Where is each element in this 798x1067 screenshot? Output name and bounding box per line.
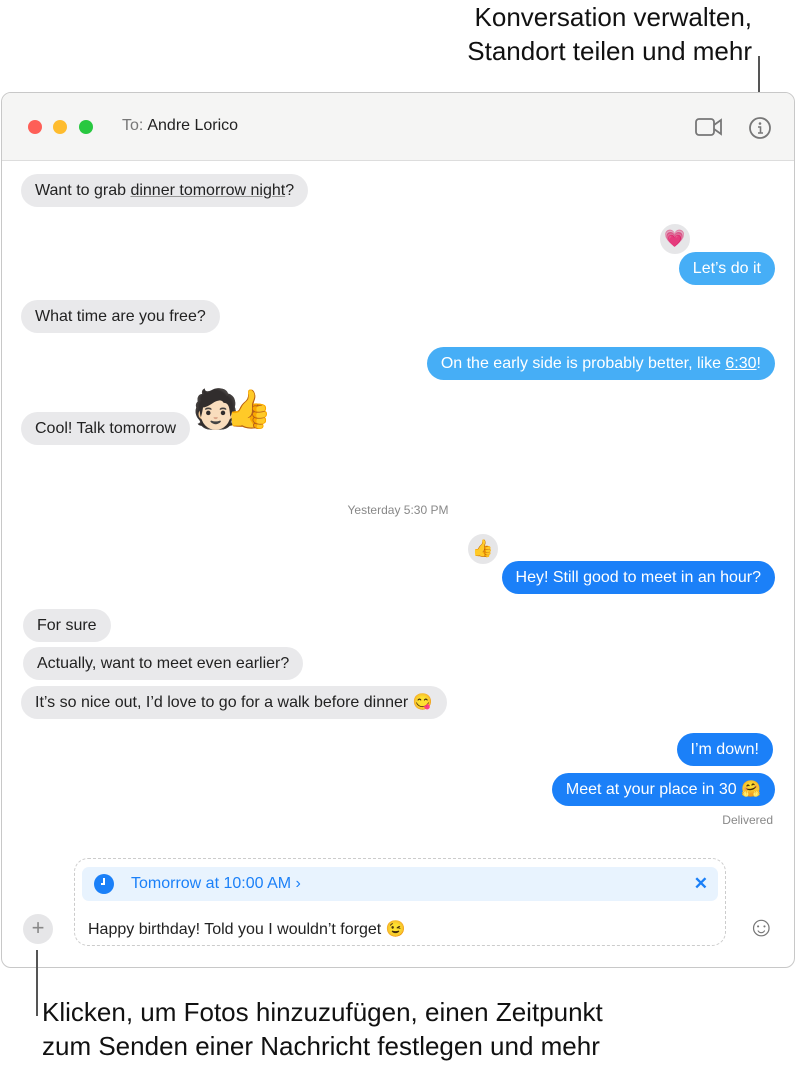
emoji-button[interactable]: ☺ xyxy=(747,911,776,943)
annotation-top: Konversation verwalten, Standort teilen … xyxy=(467,0,752,68)
message-bubble[interactable]: Meet at your place in 30 🤗 xyxy=(551,773,775,806)
annotation-line: zum Senden einer Nachricht festlegen und… xyxy=(42,1031,600,1061)
message-bubble[interactable]: Actually, want to meet even earlier? xyxy=(23,647,304,680)
message-text: ! xyxy=(756,355,761,372)
message-bubble[interactable]: On the early side is probably better, li… xyxy=(426,347,775,380)
message-bubble[interactable]: Want to grab dinner tomorrow night? xyxy=(21,174,309,207)
remove-schedule-button[interactable]: ✕ xyxy=(694,874,708,894)
messages-window: To: Andre Lorico Want to grab dinner tomo… xyxy=(1,92,795,968)
to-field[interactable]: To: Andre Lorico xyxy=(122,117,238,135)
tapback-heart: 💗 xyxy=(658,222,692,256)
video-camera-icon[interactable] xyxy=(695,117,723,137)
title-bar: To: Andre Lorico xyxy=(2,93,794,161)
clock-icon xyxy=(94,874,114,894)
minimize-button[interactable] xyxy=(53,120,67,134)
close-button[interactable] xyxy=(28,120,42,134)
message-bubble[interactable]: I’m down! xyxy=(676,733,773,766)
callout-line xyxy=(36,950,38,1016)
info-icon[interactable] xyxy=(748,116,772,140)
timestamp: Yesterday 5:30 PM xyxy=(347,503,449,517)
scheduled-send-bar[interactable]: Tomorrow at 10:00 AM › ✕ xyxy=(82,867,718,901)
data-detector-link[interactable]: 6:30 xyxy=(725,355,756,372)
schedule-time[interactable]: Tomorrow at 10:00 AM › xyxy=(131,875,301,893)
delivery-status: Delivered xyxy=(722,813,773,827)
zoom-button[interactable] xyxy=(79,120,93,134)
annotation-line: Klicken, um Fotos hinzuzufügen, einen Ze… xyxy=(42,997,603,1027)
compose-field[interactable]: Tomorrow at 10:00 AM › ✕ Happy birthday!… xyxy=(74,858,726,946)
message-text: Want to grab xyxy=(35,182,131,199)
message-bubble[interactable]: What time are you free? xyxy=(21,300,220,333)
message-bubble[interactable]: For sure xyxy=(23,609,111,642)
message-bubble[interactable]: Cool! Talk tomorrow xyxy=(21,412,191,445)
message-text: ? xyxy=(285,182,295,199)
to-label: To: xyxy=(122,117,144,134)
recipient: Andre Lorico xyxy=(147,117,239,134)
memoji-sticker: 🧑🏻👍 xyxy=(192,389,273,431)
data-detector-link[interactable]: dinner tomorrow night xyxy=(130,182,285,199)
message-bubble[interactable]: Let’s do it xyxy=(678,252,775,285)
plus-button[interactable]: + xyxy=(23,914,53,944)
message-input[interactable]: Happy birthday! Told you I wouldn’t forg… xyxy=(88,919,406,939)
message-text: On the early side is probably better, li… xyxy=(440,355,726,372)
message-bubble[interactable]: It’s so nice out, I’d love to go for a w… xyxy=(21,686,447,719)
annotation-line: Konversation verwalten, xyxy=(474,2,752,32)
annotation-bottom: Klicken, um Fotos hinzuzufügen, einen Ze… xyxy=(42,995,603,1063)
tapback-thumbs-up: 👍 xyxy=(466,532,500,566)
message-bubble[interactable]: Hey! Still good to meet in an hour? xyxy=(501,561,775,594)
annotation-line: Standort teilen und mehr xyxy=(467,36,752,66)
